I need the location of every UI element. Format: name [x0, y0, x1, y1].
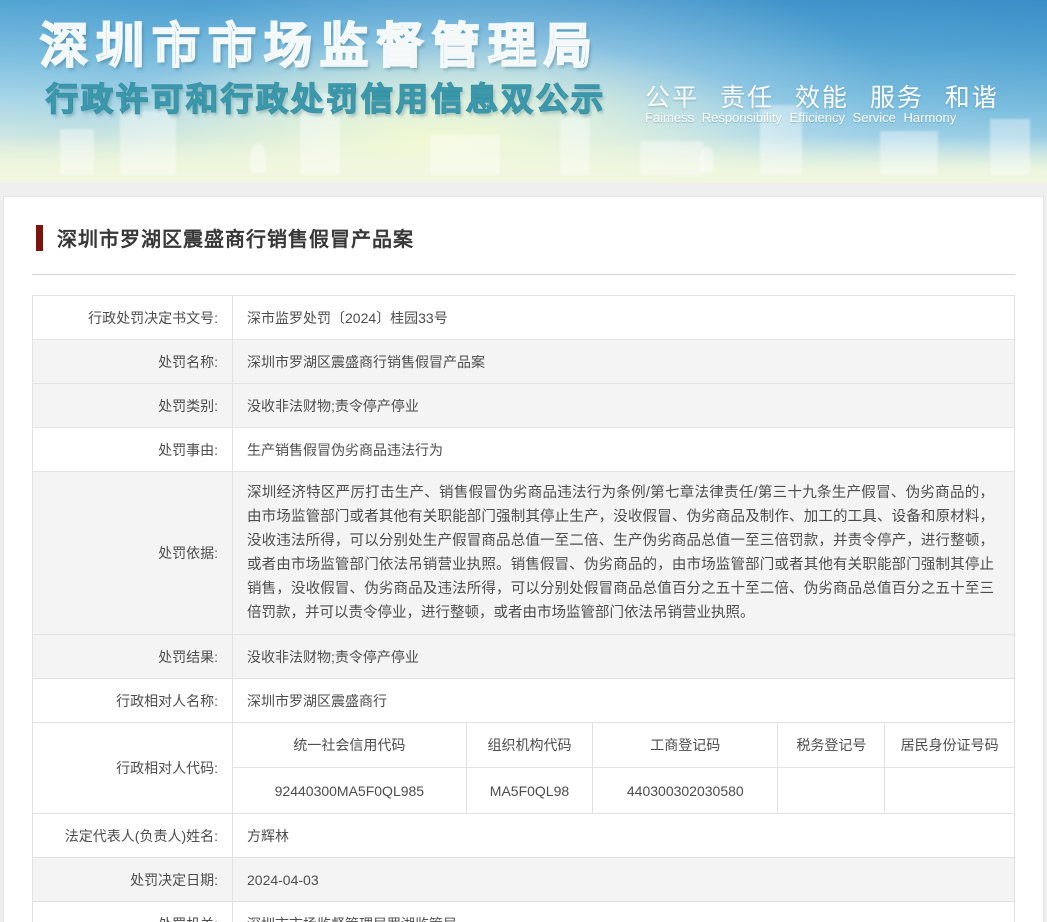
building-silhouette: [640, 141, 704, 175]
field-label: 处罚结果:: [33, 635, 233, 678]
case-title-row: 深圳市罗湖区震盛商行销售假冒产品案: [36, 223, 1015, 252]
code-value-tax: [777, 768, 884, 813]
field-label: 处罚决定日期:: [33, 858, 233, 901]
table-row-decision-number: 行政处罚决定书文号: 深市监罗处罚〔2024〕桂园33号: [33, 296, 1014, 340]
content-panel: 深圳市罗湖区震盛商行销售假冒产品案 行政处罚决定书文号: 深市监罗处罚〔2024…: [3, 196, 1044, 922]
code-header-business: 工商登记码: [592, 723, 777, 768]
field-value: 2024-04-03: [233, 858, 1014, 901]
banner-slogan-cn: 公平 责任 效能 服务 和谐: [645, 78, 999, 114]
case-title: 深圳市罗湖区震盛商行销售假冒产品案: [57, 223, 414, 252]
table-row-penalty-basis: 处罚依据: 深圳经济特区严厉打击生产、销售假冒伪劣商品违法行为条例/第七章法律责…: [33, 472, 1014, 635]
field-label: 行政处罚决定书文号:: [33, 296, 233, 339]
field-label: 处罚名称:: [33, 340, 233, 383]
table-row-penalty-name: 处罚名称: 深圳市罗湖区震盛商行销售假冒产品案: [33, 340, 1014, 384]
code-header-tax: 税务登记号: [777, 723, 884, 768]
building-silhouette: [120, 111, 176, 175]
field-value: 深圳经济特区严厉打击生产、销售假冒伪劣商品违法行为条例/第七章法律责任/第三十九…: [233, 472, 1014, 634]
banner-slogan-en: Faimess Responsibility Efficiency Servic…: [645, 110, 956, 125]
field-value: 深圳市市场监督管理局罗湖监管局: [233, 902, 1014, 922]
field-label: 处罚类别:: [33, 384, 233, 427]
field-label: 处罚依据:: [33, 472, 233, 634]
title-accent-bar: [36, 225, 43, 251]
banner-subtitle: 行政许可和行政处罚信用信息双公示: [46, 74, 606, 120]
site-banner: 深圳市市场监督管理局 行政许可和行政处罚信用信息双公示 公平 责任 效能 服务 …: [0, 0, 1047, 183]
site-title: 深圳市市场监督管理局: [40, 6, 600, 76]
building-silhouette: [60, 129, 94, 175]
field-value: 生产销售假冒伪劣商品违法行为: [233, 428, 1014, 471]
field-value: 没收非法财物;责令停产停业: [233, 635, 1014, 678]
field-value: 没收非法财物;责令停产停业: [233, 384, 1014, 427]
table-row-penalty-category: 处罚类别: 没收非法财物;责令停产停业: [33, 384, 1014, 428]
table-row-legal-representative: 法定代表人(负责人)姓名: 方辉林: [33, 814, 1014, 858]
table-row-penalty-reason: 处罚事由: 生产销售假冒伪劣商品违法行为: [33, 428, 1014, 472]
code-header-id: 居民身份证号码: [884, 723, 1014, 768]
field-label: 行政相对人名称:: [33, 679, 233, 722]
penalty-info-table: 行政处罚决定书文号: 深市监罗处罚〔2024〕桂园33号 处罚名称: 深圳市罗湖…: [32, 295, 1015, 922]
field-value: 深圳市罗湖区震盛商行销售假冒产品案: [233, 340, 1014, 383]
tree-silhouette: [250, 143, 266, 173]
party-codes-grid: 统一社会信用代码 组织机构代码 工商登记码 税务登记号 居民身份证号码 9244…: [233, 723, 1014, 813]
table-row-party-codes: 行政相对人代码: 统一社会信用代码 组织机构代码 工商登记码 税务登记号 居民身…: [33, 723, 1014, 814]
table-row-penalty-result: 处罚结果: 没收非法财物;责令停产停业: [33, 635, 1014, 679]
field-label: 处罚事由:: [33, 428, 233, 471]
building-silhouette: [430, 135, 500, 175]
field-label: 处罚机关:: [33, 902, 233, 922]
table-row-party-name: 行政相对人名称: 深圳市罗湖区震盛商行: [33, 679, 1014, 723]
field-value: 方辉林: [233, 814, 1014, 857]
code-value-org: MA5F0QL98: [466, 768, 593, 813]
title-divider: [32, 274, 1015, 275]
field-label: 法定代表人(负责人)姓名:: [33, 814, 233, 857]
tree-silhouette: [700, 147, 714, 173]
field-value: 深市监罗处罚〔2024〕桂园33号: [233, 296, 1014, 339]
table-row-decision-date: 处罚决定日期: 2024-04-03: [33, 858, 1014, 902]
code-value-business: 440300302030580: [592, 768, 777, 813]
table-row-penalty-authority: 处罚机关: 深圳市市场监督管理局罗湖监管局: [33, 902, 1014, 922]
code-header-uscc: 统一社会信用代码: [233, 723, 466, 768]
building-silhouette: [560, 117, 590, 175]
code-value-id: [884, 768, 1014, 813]
building-silhouette: [990, 119, 1030, 175]
field-label: 行政相对人代码:: [33, 723, 233, 813]
building-silhouette: [880, 131, 938, 175]
code-header-org: 组织机构代码: [466, 723, 593, 768]
code-value-uscc: 92440300MA5F0QL985: [233, 768, 466, 813]
field-value: 深圳市罗湖区震盛商行: [233, 679, 1014, 722]
